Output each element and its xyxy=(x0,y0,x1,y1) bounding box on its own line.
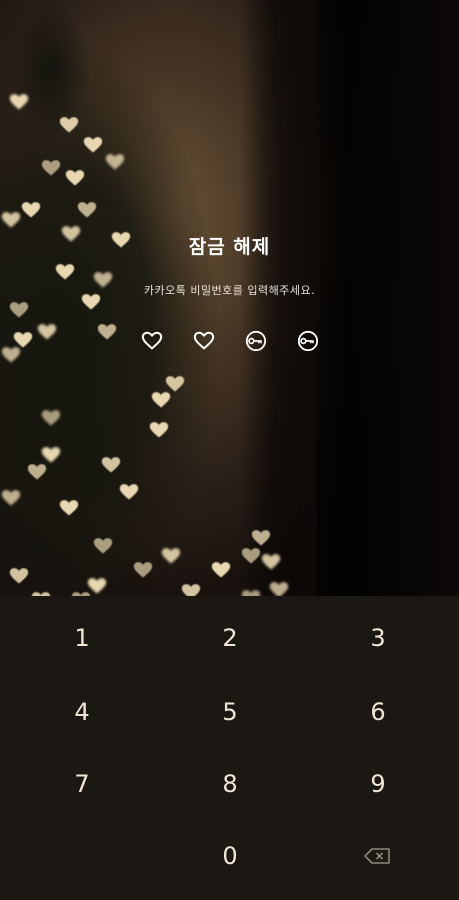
bokeh-heart xyxy=(148,420,170,440)
bokeh-heart xyxy=(8,300,30,320)
bokeh-heart xyxy=(268,580,290,596)
bokeh-heart xyxy=(132,560,154,580)
pin-indicator xyxy=(0,330,459,352)
bokeh-heart xyxy=(8,566,30,586)
bokeh-heart xyxy=(100,455,122,475)
bokeh-heart xyxy=(8,92,30,112)
pin-slot-2-heart-icon xyxy=(193,330,215,352)
bokeh-heart xyxy=(160,546,182,566)
bokeh-heart xyxy=(92,536,114,556)
bokeh-heart xyxy=(240,588,262,596)
pin-slot-3-key-icon xyxy=(245,330,267,352)
bokeh-heart xyxy=(40,408,62,428)
bokeh-heart xyxy=(104,152,126,172)
key-2[interactable]: 2 xyxy=(170,608,290,668)
bokeh-heart xyxy=(20,200,42,220)
bokeh-heart xyxy=(210,560,232,580)
bokeh-heart xyxy=(26,462,48,482)
bokeh-heart xyxy=(150,390,172,410)
key-4[interactable]: 4 xyxy=(22,682,142,742)
bokeh-heart xyxy=(240,546,262,566)
bokeh-heart xyxy=(250,528,272,548)
key-3[interactable]: 3 xyxy=(318,608,438,668)
lock-screen: 잠금 해제 카카오톡 비밀번호를 입력해주세요. 1 2 3 4 5 6 7 8… xyxy=(0,0,459,900)
bokeh-heart xyxy=(0,210,22,230)
number-keypad: 1 2 3 4 5 6 7 8 9 0 xyxy=(0,596,459,900)
key-6[interactable]: 6 xyxy=(318,682,438,742)
bokeh-heart xyxy=(82,135,104,155)
bokeh-heart xyxy=(58,115,80,135)
bokeh-heart xyxy=(58,498,80,518)
key-7[interactable]: 7 xyxy=(22,754,142,814)
key-0[interactable]: 0 xyxy=(170,826,290,886)
bokeh-heart xyxy=(64,168,86,188)
key-empty xyxy=(22,826,142,886)
pin-slot-4-key-icon xyxy=(297,330,319,352)
bokeh-heart xyxy=(54,262,76,282)
bokeh-heart xyxy=(76,200,98,220)
bokeh-heart xyxy=(180,582,202,596)
key-1[interactable]: 1 xyxy=(22,608,142,668)
bokeh-heart xyxy=(260,552,282,572)
pin-slot-1-heart-icon xyxy=(141,330,163,352)
key-8[interactable]: 8 xyxy=(170,754,290,814)
backspace-button[interactable] xyxy=(318,826,438,886)
bokeh-heart xyxy=(118,482,140,502)
bokeh-heart xyxy=(40,158,62,178)
bokeh-heart xyxy=(0,488,22,508)
key-5[interactable]: 5 xyxy=(170,682,290,742)
lock-subtitle: 카카오톡 비밀번호를 입력해주세요. xyxy=(143,284,316,297)
backspace-icon xyxy=(364,848,390,864)
key-9[interactable]: 9 xyxy=(318,754,438,814)
background-photo xyxy=(0,0,459,596)
lock-title: 잠금 해제 xyxy=(188,236,271,258)
